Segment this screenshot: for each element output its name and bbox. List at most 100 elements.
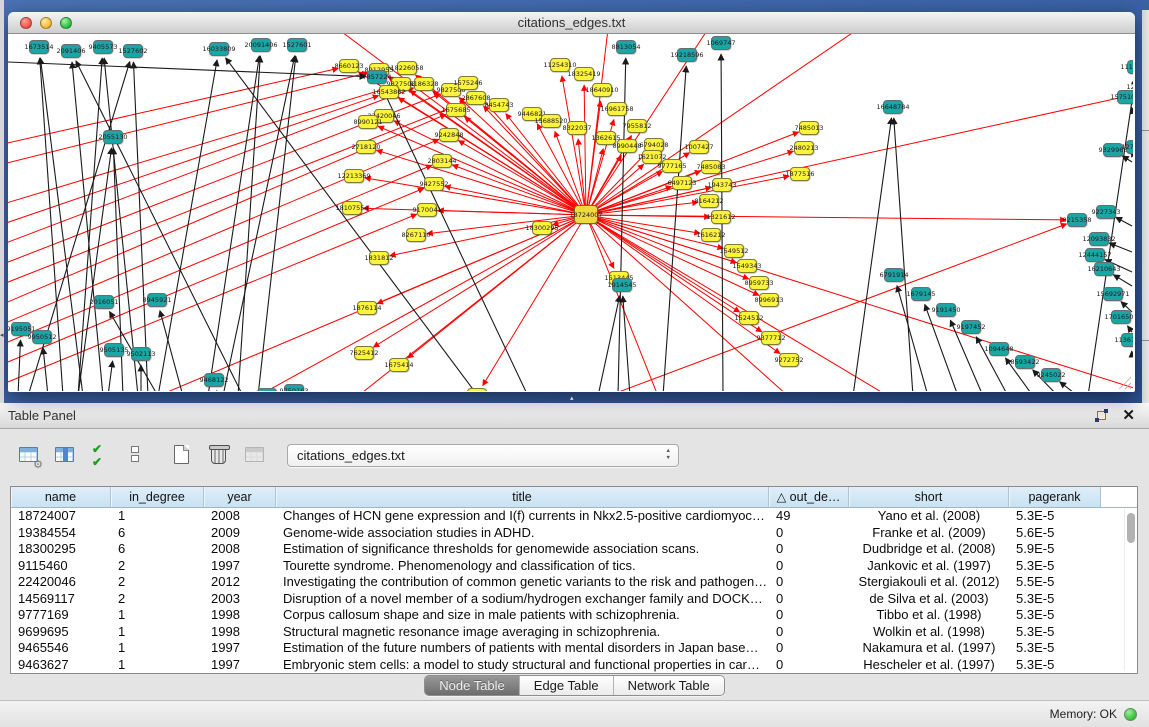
graph-node[interactable]: 1675447 bbox=[467, 388, 487, 391]
graph-hub-node[interactable]: 18724007 bbox=[574, 205, 598, 224]
graph-node[interactable]: 12213369 bbox=[344, 169, 364, 183]
splitter-handle-icon[interactable]: ▴ bbox=[570, 394, 574, 402]
graph-node[interactable]: 1069747 bbox=[711, 36, 731, 50]
table-selector-dropdown[interactable]: citations_edges.txt ▲▼ bbox=[287, 444, 679, 467]
graph-node[interactable]: 1549343 bbox=[737, 259, 757, 273]
graph-node[interactable]: 9750163 bbox=[284, 384, 304, 391]
graph-node[interactable]: 7857224 bbox=[367, 70, 387, 84]
graph-node[interactable]: 18107554 bbox=[342, 201, 362, 215]
graph-node[interactable]: 8813054 bbox=[616, 40, 636, 54]
graph-node[interactable]: 9377712 bbox=[761, 331, 781, 345]
tab-node-table[interactable]: Node Table bbox=[425, 676, 519, 695]
memory-status-icon[interactable] bbox=[1124, 708, 1137, 721]
graph-node[interactable]: 11154408 bbox=[1127, 60, 1133, 74]
graph-node[interactable]: 16033809 bbox=[209, 42, 229, 56]
graph-node[interactable]: 1575246 bbox=[458, 76, 478, 90]
table-row[interactable]: 977716911998Corpus callosum shape and si… bbox=[11, 607, 1137, 624]
graph-node[interactable]: 2055130 bbox=[103, 130, 123, 144]
graph-node[interactable]: 1277403 bbox=[1126, 140, 1133, 154]
graph-node[interactable]: 8322037 bbox=[567, 121, 587, 135]
graph-node[interactable]: 1673514 bbox=[29, 40, 49, 54]
graph-node[interactable]: 11367533 bbox=[1121, 333, 1133, 347]
float-panel-icon[interactable] bbox=[1095, 409, 1108, 422]
graph-node[interactable]: 2480213 bbox=[794, 141, 814, 155]
graph-node[interactable]: 12093832 bbox=[1089, 232, 1109, 246]
graph-node[interactable]: 1943743 bbox=[712, 178, 732, 192]
close-panel-icon[interactable]: ✕ bbox=[1122, 409, 1135, 422]
graph-node[interactable]: 6497123 bbox=[672, 176, 692, 190]
graph-node[interactable]: 1833812 bbox=[257, 388, 277, 391]
graph-node[interactable]: 8267110 bbox=[406, 228, 426, 242]
graph-node[interactable]: 8959733 bbox=[749, 276, 769, 290]
graph-node[interactable]: 9468122 bbox=[204, 373, 224, 387]
delete-table-button[interactable] bbox=[204, 441, 234, 471]
import-table-button[interactable] bbox=[240, 441, 270, 471]
graph-node[interactable]: 8164212 bbox=[699, 194, 719, 208]
graph-node[interactable]: 9777165 bbox=[662, 159, 682, 173]
graph-node[interactable]: 16648784 bbox=[883, 100, 903, 114]
deselect-all-button[interactable] bbox=[122, 441, 152, 471]
window-titlebar[interactable]: citations_edges.txt bbox=[8, 12, 1135, 34]
graph-node[interactable]: 9170041 bbox=[417, 203, 437, 217]
table-row[interactable]: 946554611997Estimation of the future num… bbox=[11, 640, 1137, 657]
table-row[interactable]: 1872400712008Changes of HCN gene express… bbox=[11, 508, 1137, 525]
table-settings-button[interactable]: ⚙ bbox=[14, 441, 44, 471]
column-header-out_de[interactable]: △ out_de… bbox=[769, 487, 849, 507]
graph-node[interactable]: 1679145 bbox=[911, 287, 931, 301]
minimize-button[interactable] bbox=[40, 17, 52, 29]
graph-node[interactable]: 16543862 bbox=[379, 85, 399, 99]
graph-node[interactable]: 18226058 bbox=[397, 61, 417, 75]
graph-node[interactable]: 2016051 bbox=[94, 295, 114, 309]
graph-node[interactable]: 8990121 bbox=[358, 115, 378, 129]
network-canvas[interactable]: 1872400786601238912955182260589827503165… bbox=[8, 34, 1133, 391]
graph-node[interactable]: 1914545 bbox=[612, 278, 632, 292]
graph-node[interactable]: 2867608 bbox=[466, 91, 486, 105]
zoom-button[interactable] bbox=[60, 17, 72, 29]
graph-node[interactable]: 15692971 bbox=[1103, 287, 1123, 301]
graph-node[interactable]: 8186328 bbox=[414, 77, 434, 91]
graph-node[interactable]: 1527601 bbox=[287, 38, 307, 52]
scrollbar-thumb[interactable] bbox=[1127, 513, 1135, 543]
table-row[interactable]: 2242004622012Investigating the contribut… bbox=[11, 574, 1137, 591]
graph-node[interactable]: 8990448 bbox=[617, 139, 637, 153]
select-all-button[interactable]: ✔✔ bbox=[86, 441, 116, 471]
graph-node[interactable]: 9427552 bbox=[424, 177, 444, 191]
graph-node[interactable]: 1616212 bbox=[701, 228, 721, 242]
graph-node[interactable]: 1675685 bbox=[446, 103, 466, 117]
graph-node[interactable]: 9245022 bbox=[1041, 368, 1061, 382]
graph-node[interactable]: 2803144 bbox=[432, 154, 452, 168]
graph-node[interactable]: 17016504 bbox=[1111, 310, 1131, 324]
graph-node[interactable]: 16210643 bbox=[1094, 262, 1114, 276]
column-header-pagerank[interactable]: pagerank bbox=[1009, 487, 1101, 507]
new-table-button[interactable] bbox=[168, 441, 198, 471]
graph-node[interactable]: 19218596 bbox=[677, 48, 697, 62]
graph-node[interactable]: 8215358 bbox=[1067, 213, 1087, 227]
table-row[interactable]: 969969511998Structural magnetic resonanc… bbox=[11, 624, 1137, 641]
graph-node[interactable]: 9950512 bbox=[32, 330, 52, 344]
graph-node[interactable]: 2718120 bbox=[356, 140, 376, 154]
graph-node[interactable]: 16961758 bbox=[607, 102, 627, 116]
tab-edge-table[interactable]: Edge Table bbox=[519, 676, 613, 695]
edit-columns-button[interactable] bbox=[50, 441, 80, 471]
table-row[interactable]: 1456911722003Disruption of a novel membe… bbox=[11, 591, 1137, 608]
graph-node[interactable]: 1094648 bbox=[989, 342, 1009, 356]
graph-node[interactable]: 9502113 bbox=[131, 347, 151, 361]
collapse-left-arrow-icon[interactable]: ◂ bbox=[0, 331, 4, 339]
close-button[interactable] bbox=[20, 17, 32, 29]
graph-node[interactable]: 1877516 bbox=[790, 167, 810, 181]
graph-node[interactable]: 1527602 bbox=[123, 44, 143, 58]
graph-node[interactable]: 8660123 bbox=[339, 59, 359, 73]
graph-node[interactable]: 1549512 bbox=[724, 244, 744, 258]
column-header-title[interactable]: title bbox=[276, 487, 769, 507]
graph-node[interactable]: 15751074 bbox=[1117, 90, 1133, 104]
graph-node[interactable]: 7485083 bbox=[701, 160, 721, 174]
graph-node[interactable]: 1524512 bbox=[739, 311, 759, 325]
column-header-short[interactable]: short bbox=[849, 487, 1009, 507]
graph-node[interactable]: 7625412 bbox=[354, 346, 374, 360]
column-header-name[interactable]: name bbox=[11, 487, 111, 507]
graph-node[interactable]: 9197452 bbox=[961, 320, 981, 334]
graph-node[interactable]: 8945921 bbox=[147, 293, 167, 307]
graph-node[interactable]: 7955812 bbox=[627, 119, 647, 133]
graph-node[interactable]: 12444157 bbox=[1085, 248, 1105, 262]
graph-node[interactable]: 9329966 bbox=[1103, 143, 1123, 157]
